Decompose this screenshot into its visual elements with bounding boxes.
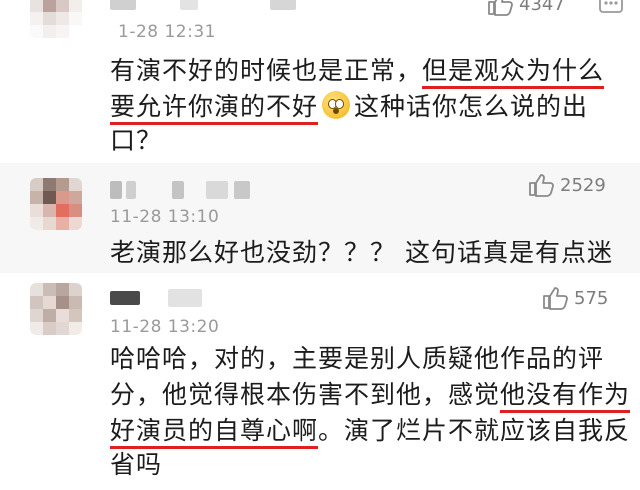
highlighted-phrase: 要允许你演的不好 [110,92,319,125]
comment-line: 好演员的自尊心啊。演了烂片不就应该自我反 [110,415,630,449]
like-count: 575 [574,287,609,309]
highlighted-phrase: 但是观众为什么 [422,56,605,89]
highlighted-phrase: 他没有作为 [500,380,631,413]
like-button[interactable]: 575 [542,286,608,310]
like-count: 4347 [519,0,565,15]
avatar-2[interactable] [30,178,82,230]
comment-item-1: 1-28 12:31 4347 有演不好的时候也是正常，但是观众为什么 要允许你… [0,0,640,163]
like-button[interactable]: 2529 [528,173,606,197]
highlighted-phrase: 好演员的自尊心啊 [110,416,319,449]
comment-line: 有演不好的时候也是正常，但是观众为什么 [110,55,605,89]
comment-line: 要允许你演的不好 这种话你怎么说的出 [110,91,604,125]
thumbs-up-icon [543,287,568,310]
comment-line: 哈哈哈，对的，主要是别人质疑他作品的评 [110,344,605,373]
comment-text: 哈哈哈，对的，主要是别人质疑他作品的评 分，他觉得根本伤害不到他，感觉他没有作为… [110,343,631,481]
like-count: 2529 [560,174,606,196]
comment-item-2: 11-28 13:10 2529 老演那么好也没劲？？？ 这句话真是有点迷 [0,163,640,273]
comment-item-3: 11-28 13:20 575 哈哈哈，对的，主要是别人质疑他作品的评 分，他觉… [0,273,640,490]
username-3[interactable] [110,289,220,307]
avatar-1[interactable] [30,0,82,38]
comment-timestamp: 11-28 13:20 [110,317,220,337]
comment-line: 省吗 [110,450,163,479]
username-1[interactable] [110,0,300,10]
comment-line: 分，他觉得根本伤害不到他，感觉他没有作为 [110,379,631,413]
comment-line: 口？ [110,126,163,155]
comment-timestamp: 11-28 13:10 [110,207,220,227]
username-2[interactable] [110,181,260,199]
thumbs-up-icon [529,174,554,197]
avatar-3[interactable] [30,283,82,335]
flushed-face-icon [322,91,351,119]
comment-text: 有演不好的时候也是正常，但是观众为什么 要允许你演的不好 这种话你怎么说的出 口？ [110,55,605,157]
like-button[interactable]: 4347 [487,0,565,16]
comment-line: 老演那么好也没劲？？？ 这句话真是有点迷 [110,238,613,267]
thumbs-up-icon [488,0,513,16]
comment-timestamp: 1-28 12:31 [118,22,216,42]
comment-text: 老演那么好也没劲？？？ 这句话真是有点迷 [110,237,613,269]
more-options-icon[interactable] [598,0,624,21]
